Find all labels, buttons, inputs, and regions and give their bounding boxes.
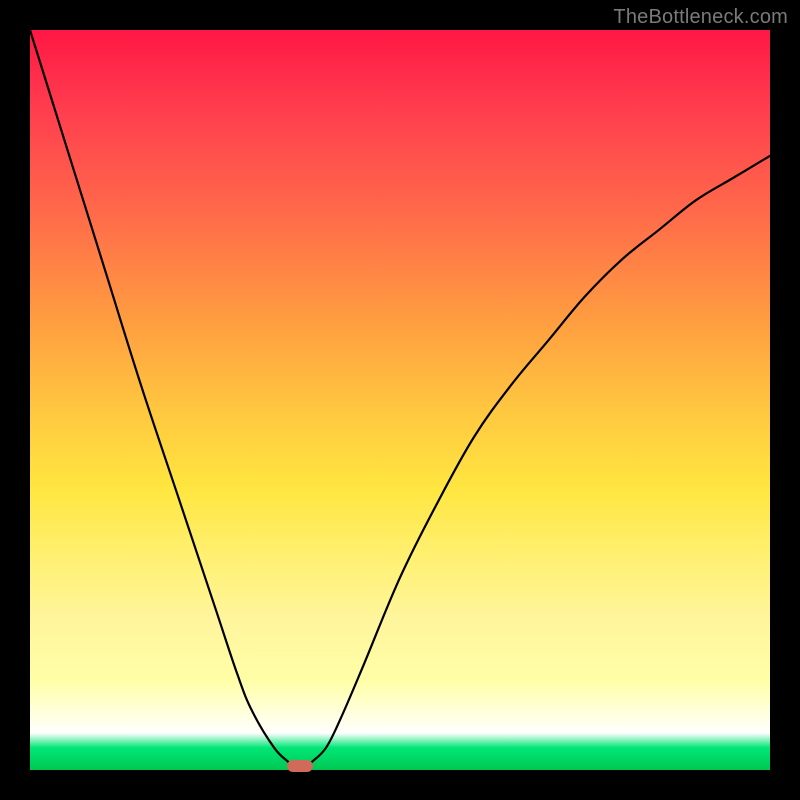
bottleneck-curve [30,30,770,770]
optimal-marker [287,760,313,772]
plot-area [30,30,770,770]
curve-svg [30,30,770,770]
attribution-label: TheBottleneck.com [613,6,788,29]
chart-frame: TheBottleneck.com [0,0,800,800]
